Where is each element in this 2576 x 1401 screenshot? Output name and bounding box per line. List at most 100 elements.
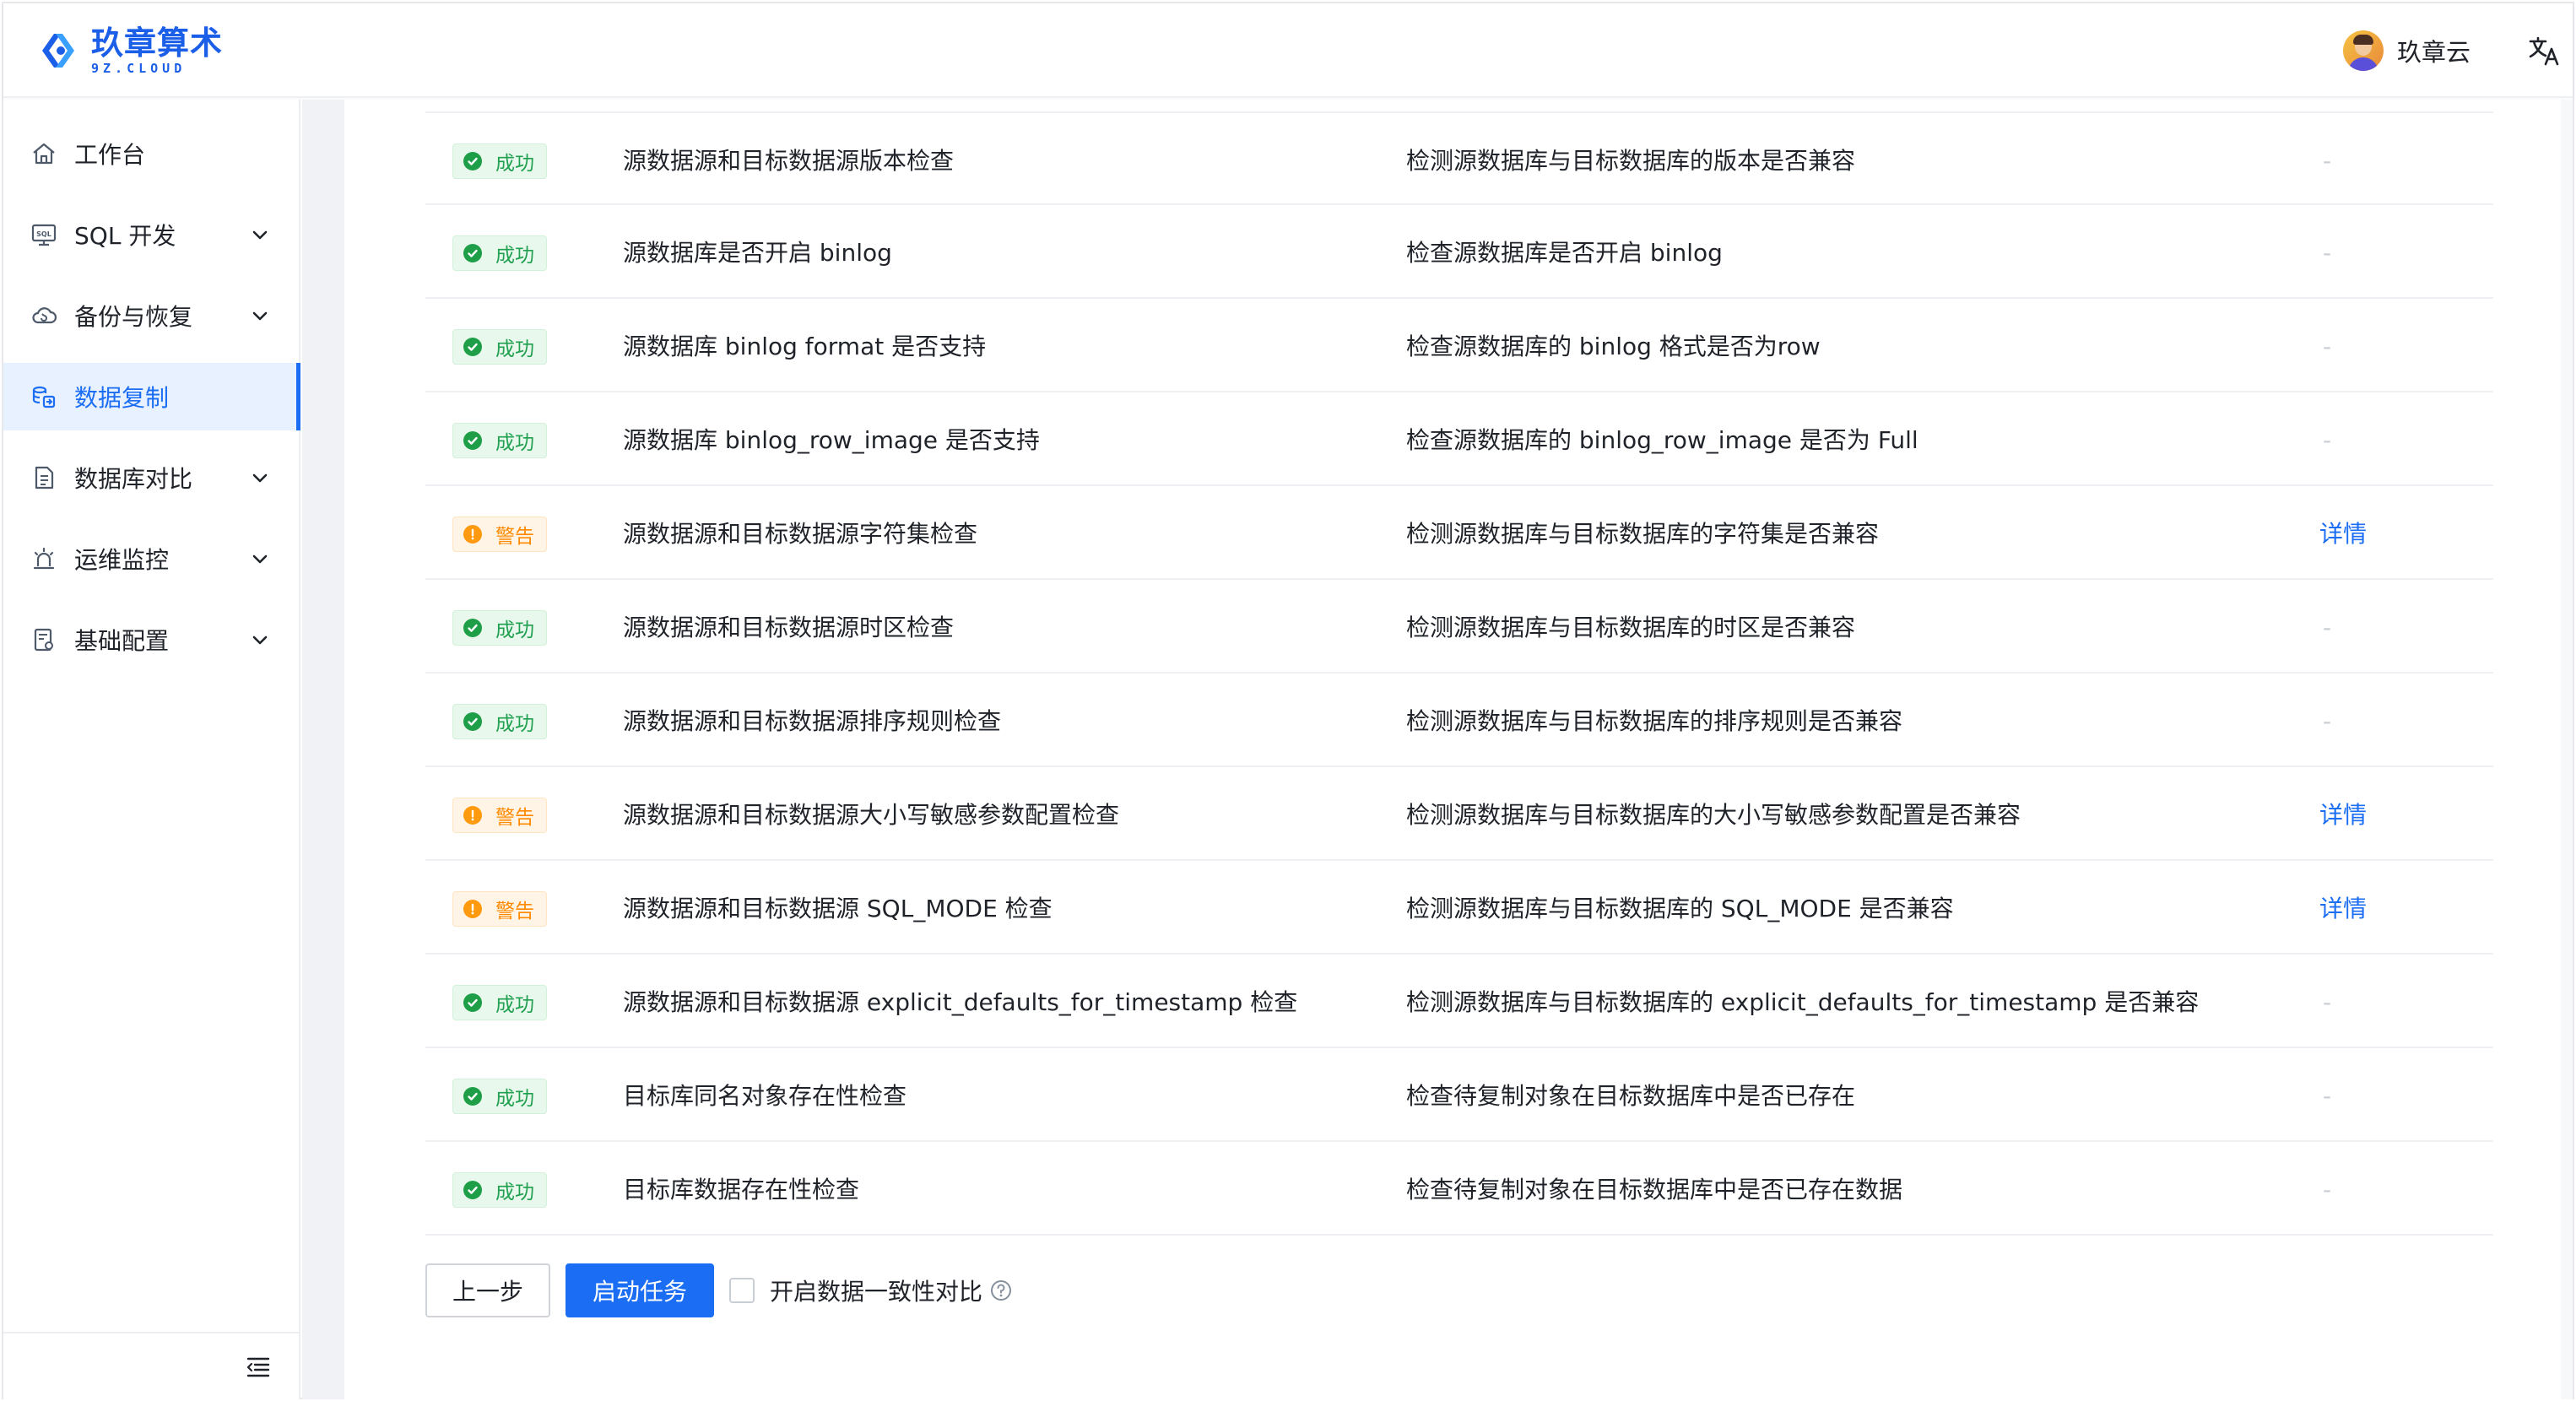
empty-action: - <box>2323 614 2332 641</box>
chevron-down-icon <box>252 230 268 240</box>
brand-logo[interactable]: 玖章算术 9Z.CLOUD <box>37 25 223 76</box>
status-badge-label: 成功 <box>495 1088 534 1110</box>
status-badge: 成功 <box>452 1172 547 1208</box>
check-name: 源数据源和目标数据源 SQL_MODE 检查 <box>623 895 1053 922</box>
status-badge: 成功 <box>452 235 547 271</box>
status-badge-label: 成功 <box>495 1182 534 1204</box>
check-circle-icon <box>463 431 482 450</box>
help-circle-icon[interactable] <box>989 1279 1013 1302</box>
sidebar-item-data-replication[interactable]: 数据复制 <box>3 363 300 430</box>
sidebar-item-db-compare[interactable]: 数据库对比 <box>3 444 300 511</box>
footer-actions: 上一步 启动任务 开启数据一致性对比 <box>425 1263 1013 1318</box>
sidebar-item-label: 工作台 <box>74 141 146 169</box>
status-badge: 成功 <box>452 423 547 458</box>
sidebar-footer <box>3 1332 299 1399</box>
config-icon <box>34 628 53 652</box>
sidebar-item-backup-restore[interactable]: 备份与恢复 <box>3 282 300 349</box>
sidebar-item-ops-monitor[interactable]: 运维监控 <box>3 525 300 592</box>
table-row: 成功 目标库同名对象存在性检查 检查待复制对象在目标数据库中是否已存在 - <box>425 1048 2493 1142</box>
check-name: 源数据库是否开启 binlog <box>623 239 892 267</box>
svg-text:SQL: SQL <box>36 230 51 238</box>
precheck-panel: 成功 源数据源和目标数据源版本检查 检测源数据库与目标数据库的版本是否兼容 - 成功 源数… <box>344 100 2564 1399</box>
sidebar-item-workbench[interactable]: 工作台 <box>3 120 300 187</box>
details-link[interactable]: 详情 <box>2319 891 2367 927</box>
sidebar: 工作台 SQL SQL 开发 备份与恢复 数据复制 数据库对比 运维监控 基础配… <box>3 100 300 1399</box>
status-badge: 成功 <box>452 610 547 646</box>
status-badge-label: 成功 <box>495 994 534 1016</box>
prev-step-button[interactable]: 上一步 <box>425 1263 551 1317</box>
sidebar-item-label: 数据库对比 <box>74 465 193 493</box>
chevron-down-icon <box>252 311 268 321</box>
table-row: 警告 源数据源和目标数据源大小写敏感参数配置检查 检测源数据库与目标数据库的大小写敏… <box>425 767 2493 861</box>
table-row: 成功 源数据源和目标数据源版本检查 检测源数据库与目标数据库的版本是否兼容 - <box>425 111 2493 205</box>
scrollbar-track[interactable] <box>2561 100 2573 1399</box>
logo-mark-icon <box>42 34 74 68</box>
status-badge: 成功 <box>452 329 547 365</box>
status-badge-label: 成功 <box>495 338 534 360</box>
status-badge: 成功 <box>452 143 547 179</box>
consistency-checkbox[interactable] <box>729 1278 755 1303</box>
status-badge: 警告 <box>452 517 547 552</box>
check-name: 源数据源和目标数据源版本检查 <box>623 147 955 175</box>
start-task-button[interactable]: 启动任务 <box>566 1263 715 1317</box>
sidebar-item-base-config[interactable]: 基础配置 <box>3 606 300 673</box>
check-description: 检测源数据库与目标数据库的版本是否兼容 <box>1406 147 1856 175</box>
compare-icon <box>35 466 54 490</box>
table-row: 成功 源数据库 binlog_row_image 是否支持 检查源数据库的 binl… <box>425 392 2493 486</box>
user-menu[interactable]: 玖章云 <box>2343 29 2470 73</box>
cloud-backup-icon <box>32 307 57 324</box>
sql-icon: SQL <box>31 224 57 246</box>
check-description: 检测源数据库与目标数据库的大小写敏感参数配置是否兼容 <box>1406 801 2021 829</box>
warning-circle-icon <box>463 525 482 544</box>
sidebar-item-label: 基础配置 <box>74 627 170 655</box>
status-badge: 警告 <box>452 891 547 927</box>
collapse-menu-icon[interactable] <box>245 1354 272 1381</box>
status-badge-label: 成功 <box>495 713 534 735</box>
check-description: 检测源数据库与目标数据库的时区是否兼容 <box>1406 614 1856 641</box>
check-description: 检测源数据库与目标数据库的排序规则是否兼容 <box>1406 707 1903 735</box>
check-description: 检查源数据库的 binlog_row_image 是否为 Full <box>1406 426 1918 454</box>
table-row: 成功 目标库数据存在性检查 检查待复制对象在目标数据库中是否已存在数据 - <box>425 1142 2493 1236</box>
empty-action: - <box>2323 426 2332 454</box>
check-name: 源数据库 binlog format 是否支持 <box>623 333 987 360</box>
home-icon <box>33 143 55 165</box>
alarm-icon <box>33 547 55 570</box>
content-gutter <box>302 100 344 1399</box>
logo-chinese-text: 玖章算术 <box>91 24 224 62</box>
status-badge-label: 警告 <box>495 901 534 922</box>
translate-icon[interactable] <box>2527 34 2561 68</box>
details-link[interactable]: 详情 <box>2319 517 2367 552</box>
app-window: 玖章算术 9Z.CLOUD 玖章云 工作台 SQL SQL 开发 备份与恢复 数… <box>2 2 2574 1399</box>
status-badge-label: 成功 <box>495 619 534 641</box>
table-row: 成功 源数据源和目标数据源 explicit_defaults_for_times… <box>425 955 2493 1048</box>
sidebar-item-label: SQL 开发 <box>74 222 176 250</box>
table-row: 警告 源数据源和目标数据源 SQL_MODE 检查 检测源数据库与目标数据库的 SQ… <box>425 861 2493 955</box>
chevron-down-icon <box>252 473 268 483</box>
check-description: 检测源数据库与目标数据库的字符集是否兼容 <box>1406 520 1880 548</box>
check-circle-icon <box>463 152 482 170</box>
sidebar-item-label: 备份与恢复 <box>74 303 193 331</box>
table-row: 成功 源数据源和目标数据源时区检查 检测源数据库与目标数据库的时区是否兼容 - <box>425 580 2493 673</box>
check-circle-icon <box>463 1181 482 1199</box>
empty-action: - <box>2323 988 2332 1016</box>
logo-english-text: 9Z.CLOUD <box>91 60 187 76</box>
check-circle-icon <box>463 338 482 356</box>
consistency-checkbox-label[interactable]: 开启数据一致性对比 <box>770 1274 982 1307</box>
sidebar-item-label: 数据复制 <box>74 384 170 412</box>
status-badge-label: 成功 <box>495 432 534 454</box>
sidebar-item-label: 运维监控 <box>74 546 170 574</box>
sidebar-item-sql-dev[interactable]: SQL SQL 开发 <box>3 201 300 268</box>
user-name: 玖章云 <box>2397 38 2471 67</box>
chevron-down-icon <box>252 636 268 645</box>
details-link[interactable]: 详情 <box>2319 798 2367 833</box>
check-name: 目标库数据存在性检查 <box>623 1176 860 1204</box>
check-circle-icon <box>463 993 482 1012</box>
empty-action: - <box>2323 333 2332 360</box>
empty-action: - <box>2323 707 2332 735</box>
status-badge: 成功 <box>452 704 547 739</box>
check-circle-icon <box>463 712 482 731</box>
check-name: 源数据源和目标数据源字符集检查 <box>623 520 978 548</box>
check-description: 检查待复制对象在目标数据库中是否已存在数据 <box>1406 1176 1903 1204</box>
check-circle-icon <box>463 1087 482 1106</box>
status-badge: 成功 <box>452 1079 547 1114</box>
